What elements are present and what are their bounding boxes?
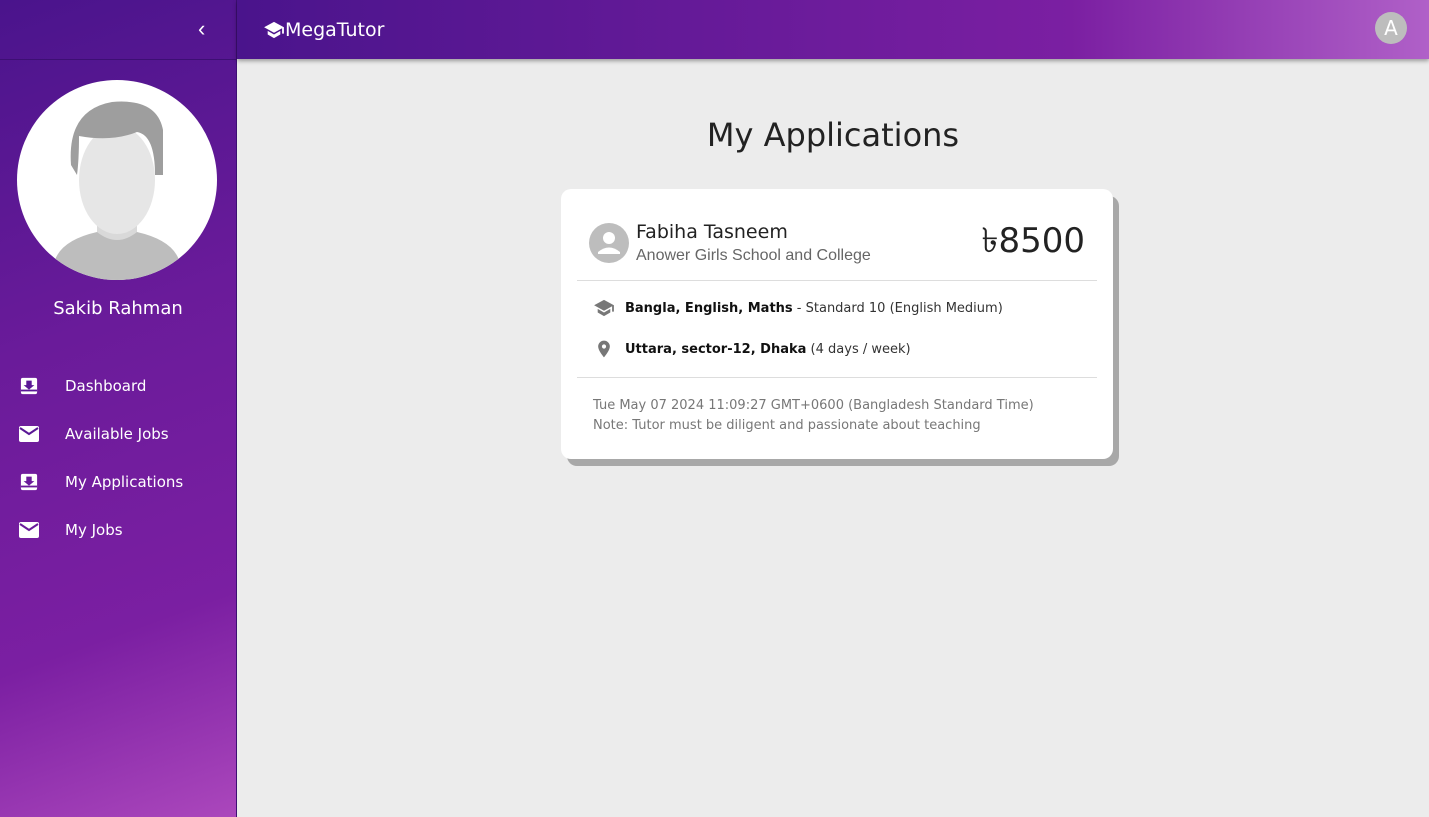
schedule: (4 days / week): [806, 341, 911, 357]
mail-icon: [19, 522, 39, 538]
person-icon: [589, 223, 629, 263]
brand-logo[interactable]: MegaTutor: [263, 19, 384, 41]
inbox-download-icon: [20, 473, 38, 491]
user-avatar-button[interactable]: A: [1375, 12, 1407, 44]
school-name: Anower Girls School and College: [636, 247, 871, 264]
sidebar-item-my-jobs[interactable]: My Jobs: [0, 506, 236, 554]
sidebar-header: ‹: [0, 0, 236, 60]
sidebar-nav: Dashboard Available Jobs My Applications…: [0, 362, 236, 554]
page-title: My Applications: [706, 116, 960, 154]
inbox-download-icon: [20, 377, 38, 395]
sidebar-item-my-applications[interactable]: My Applications: [0, 458, 236, 506]
salary: ৳8500: [981, 221, 1085, 261]
location-pin-icon: [598, 340, 610, 358]
school-icon: [594, 299, 614, 317]
profile-avatar: [17, 80, 217, 280]
subjects: Bangla, English, Maths: [625, 300, 793, 316]
location: Uttara, sector-12, Dhaka: [625, 341, 807, 357]
location-row: Uttara, sector-12, Dhaka (4 days / week): [593, 339, 911, 359]
note: Note: Tutor must be diligent and passion…: [593, 418, 981, 433]
student-name: Fabiha Tasneem: [636, 221, 788, 243]
posted-date: Tue May 07 2024 11:09:27 GMT+0600 (Bangl…: [593, 398, 1034, 413]
chevron-left-icon[interactable]: ‹: [198, 16, 205, 42]
sidebar: ‹ Sakib Rahman Dashboard Available Jobs …: [0, 0, 237, 817]
mail-icon: [19, 426, 39, 442]
application-card: Fabiha Tasneem Anower Girls School and C…: [561, 189, 1113, 459]
class-info: - Standard 10 (English Medium): [792, 300, 1003, 316]
graduation-cap-icon: [264, 21, 284, 38]
user-name: Sakib Rahman: [53, 298, 183, 319]
top-app-bar: MegaTutor A: [237, 0, 1429, 59]
sidebar-item-available-jobs[interactable]: Available Jobs: [0, 410, 236, 458]
sidebar-item-dashboard[interactable]: Dashboard: [0, 362, 236, 410]
subjects-row: Bangla, English, Maths - Standard 10 (En…: [593, 299, 1003, 317]
